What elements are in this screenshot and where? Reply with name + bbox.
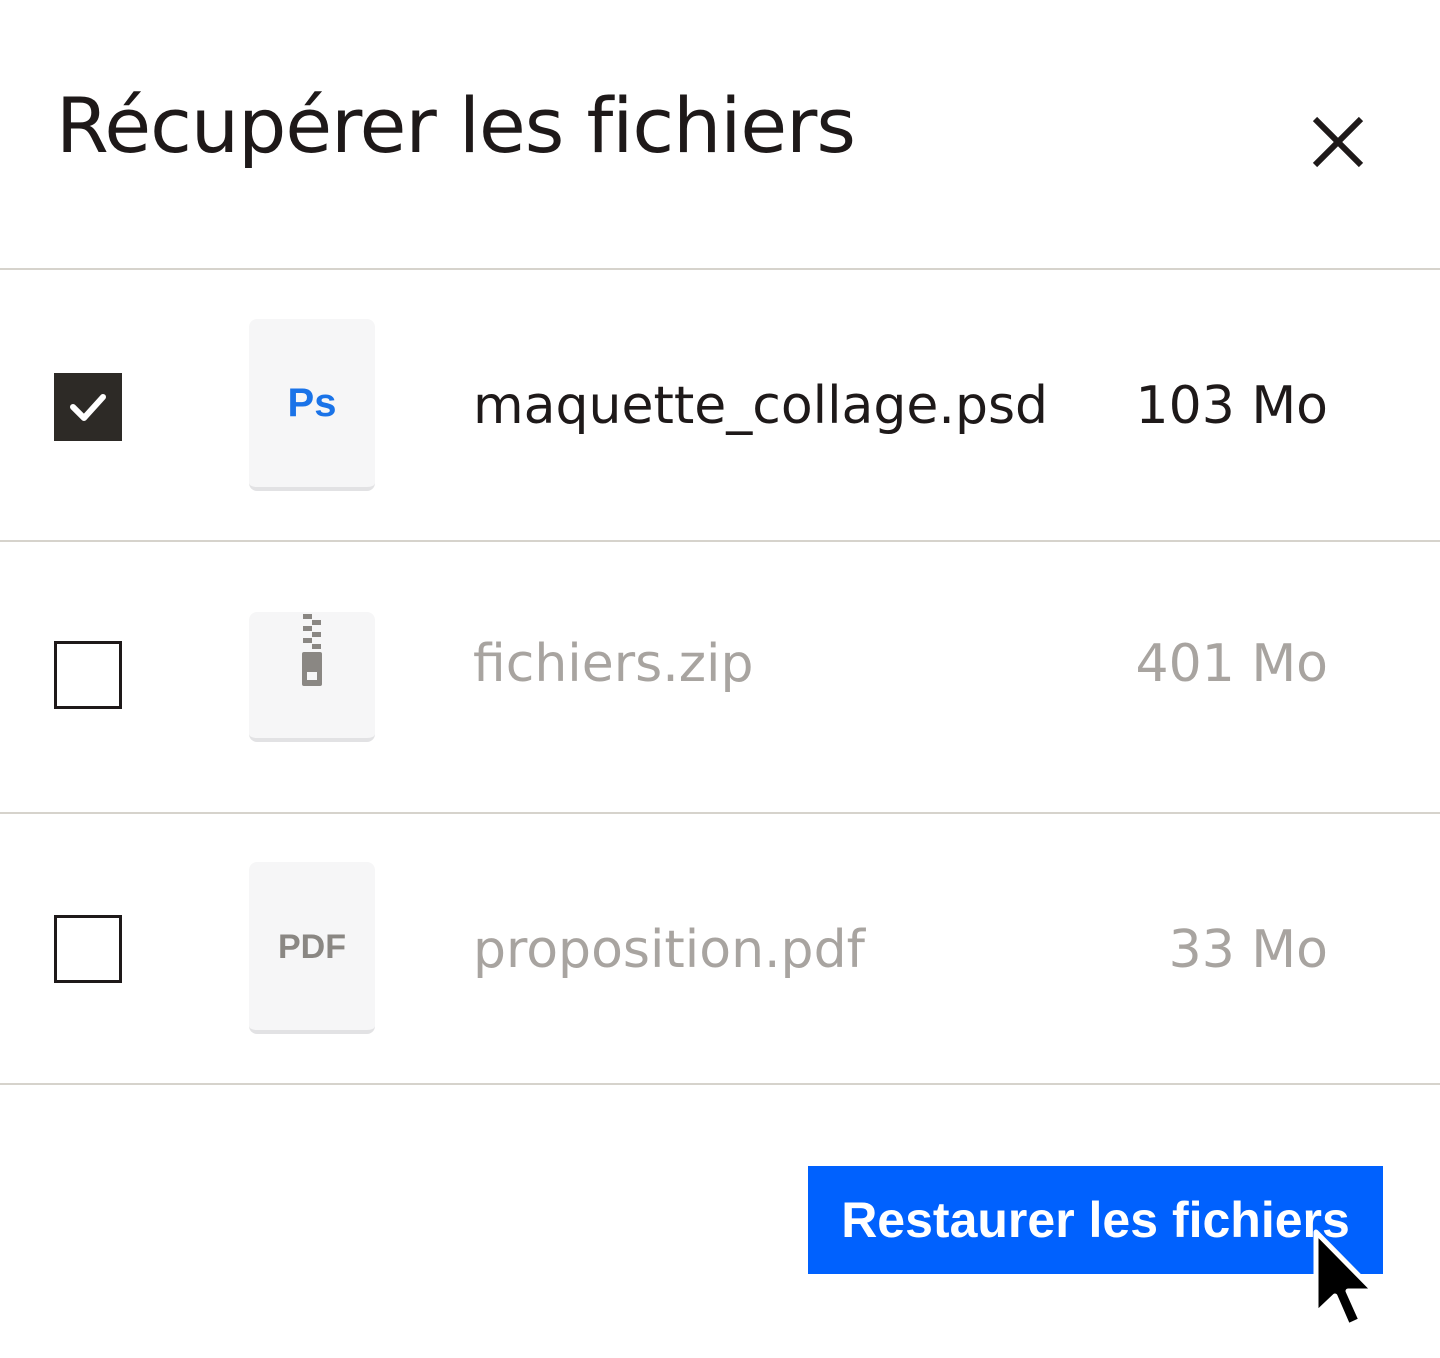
file-row-proposition-pdf[interactable]: PDF proposition.pdf 33 Mo: [0, 814, 1440, 1084]
pdf-icon-label: PDF: [278, 928, 346, 966]
dialog-title: Récupérer les fichiers: [56, 81, 856, 170]
divider: [0, 1083, 1440, 1085]
file-row-maquette-collage[interactable]: Ps maquette_collage.psd 103 Mo: [0, 270, 1440, 540]
photoshop-file-icon: Ps: [249, 319, 375, 491]
ps-icon-label: Ps: [287, 381, 337, 425]
zipper-icon: [302, 614, 322, 686]
close-icon: [1312, 116, 1364, 168]
file-size: 33 Mo: [1168, 920, 1328, 980]
file-checkbox[interactable]: [54, 915, 122, 983]
file-name: fichiers.zip: [473, 634, 754, 694]
checkmark-icon: [70, 394, 106, 421]
file-row-fichiers-zip[interactable]: fichiers.zip 401 Mo: [0, 542, 1440, 812]
file-checkbox[interactable]: [54, 641, 122, 709]
pdf-file-icon: PDF: [249, 862, 375, 1034]
file-name: maquette_collage.psd: [473, 376, 1049, 436]
close-button[interactable]: [1300, 103, 1376, 179]
file-size: 103 Mo: [1135, 376, 1328, 436]
zip-file-icon: [249, 612, 375, 742]
file-name: proposition.pdf: [473, 920, 865, 980]
restore-files-button[interactable]: Restaurer les fichiers: [808, 1166, 1383, 1274]
file-checkbox-checked[interactable]: [54, 373, 122, 441]
file-size: 401 Mo: [1135, 634, 1328, 694]
